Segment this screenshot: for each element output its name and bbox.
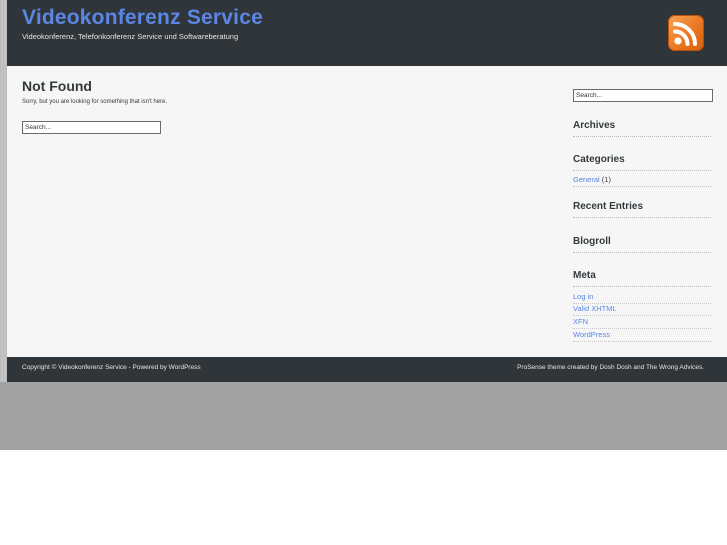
rss-icon[interactable]: [668, 15, 704, 51]
blogroll-heading: Blogroll: [573, 236, 711, 253]
sidebar-search-input[interactable]: [573, 89, 713, 102]
not-found-heading: Not Found: [22, 78, 92, 94]
content-area: Not Found Sorry, but you are looking for…: [7, 66, 727, 357]
meta-link-wordpress[interactable]: WordPress: [573, 329, 711, 342]
meta-link-valid-xhtml[interactable]: Valid XHTML: [573, 303, 711, 316]
meta-heading: Meta: [573, 270, 711, 287]
category-count: (1): [601, 175, 611, 184]
archives-heading: Archives: [573, 120, 711, 137]
site-title[interactable]: Videokonferenz Service: [22, 6, 263, 30]
rss-icon-glyph: [673, 22, 697, 46]
category-item[interactable]: General (1): [573, 174, 711, 187]
meta-link-xfn[interactable]: XFN: [573, 316, 711, 329]
site-header: Videokonferenz Service Videokonferenz, T…: [7, 0, 727, 66]
categories-heading: Categories: [573, 154, 711, 171]
not-found-message: Sorry, but you are looking for something…: [22, 99, 168, 105]
footer-copyright: Copyright © Videokonferenz Service - Pow…: [22, 364, 201, 371]
footer-theme-credit: ProSense theme created by Dosh Dosh and …: [517, 364, 704, 371]
category-link-general[interactable]: General: [573, 175, 600, 184]
page-bottom-band: [0, 382, 727, 450]
main-search-input[interactable]: [22, 121, 161, 134]
recent-entries-heading: Recent Entries: [573, 201, 711, 218]
site-footer: Copyright © Videokonferenz Service - Pow…: [7, 357, 727, 382]
site-description: Videokonferenz, Telefonkonferenz Service…: [22, 32, 239, 41]
